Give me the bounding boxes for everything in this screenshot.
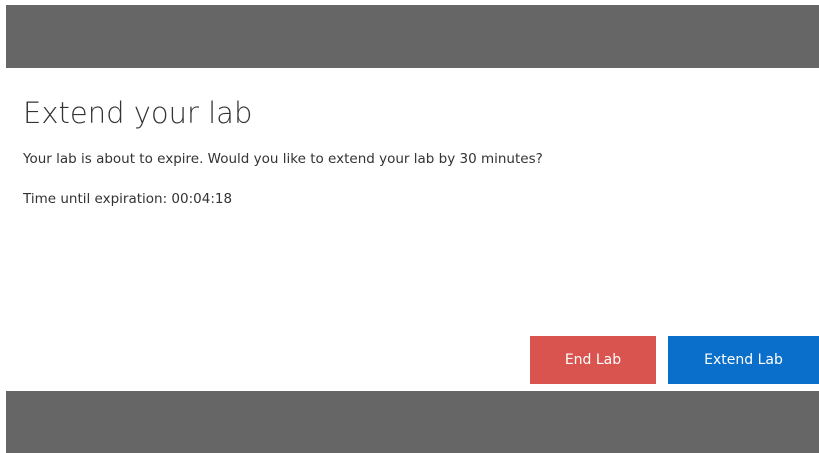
dialog-title: Extend your lab (23, 96, 253, 130)
modal-backdrop-top (6, 5, 819, 68)
extend-lab-dialog: Extend your lab Your lab is about to exp… (6, 68, 819, 391)
modal-backdrop-bottom (6, 391, 819, 453)
extend-lab-button[interactable]: Extend Lab (668, 336, 819, 384)
end-lab-button[interactable]: End Lab (530, 336, 656, 384)
dialog-message: Your lab is about to expire. Would you l… (23, 151, 543, 167)
expiration-timer: Time until expiration: 00:04:18 (23, 191, 233, 207)
screen: Extend your lab Your lab is about to exp… (0, 0, 819, 453)
